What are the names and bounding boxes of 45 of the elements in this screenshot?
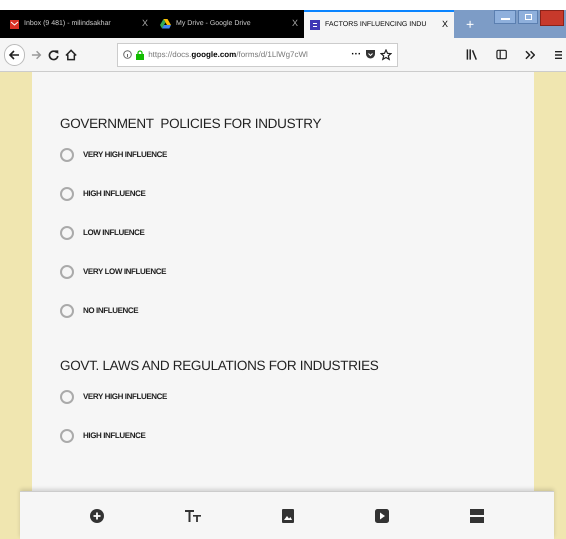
option-label: NO INFLUENCE — [83, 305, 138, 317]
restore-button[interactable] — [518, 10, 538, 24]
radio-button[interactable] — [60, 148, 74, 162]
back-arrow-icon — [8, 48, 20, 60]
radio-button[interactable] — [60, 390, 74, 404]
star-icon[interactable] — [380, 48, 392, 60]
radio-button[interactable] — [60, 304, 74, 318]
close-button[interactable]: X — [292, 17, 298, 31]
close-button[interactable]: X — [442, 18, 448, 32]
image-icon[interactable] — [282, 508, 294, 522]
url-text: https://docs.google.com/forms/d/1LlWg7cWl — [148, 48, 309, 60]
forward-icon[interactable] — [30, 48, 42, 60]
mail-icon — [10, 20, 19, 28]
overflow-icon[interactable] — [524, 50, 536, 60]
question-title: GOVERNMENT POLICIES FOR INDUSTRY — [60, 114, 322, 133]
radio-button[interactable] — [60, 226, 74, 240]
add-icon[interactable] — [90, 508, 104, 522]
close-button[interactable]: X — [142, 17, 148, 31]
menu-icon[interactable] — [554, 50, 562, 60]
radio-button[interactable] — [60, 429, 74, 443]
more-button[interactable]: ··· — [351, 47, 362, 62]
library-icon[interactable] — [466, 49, 478, 60]
shield-icon[interactable] — [365, 49, 376, 60]
option-label: VERY LOW INFLUENCE — [83, 266, 166, 278]
info-icon[interactable] — [123, 50, 132, 59]
question-title: GOVT. LAWS AND REGULATIONS FOR INDUSTRIES — [60, 356, 380, 375]
option-label: HIGH INFLUENCE — [83, 430, 146, 442]
form-icon — [310, 20, 320, 30]
sidebar-icon[interactable] — [496, 49, 508, 60]
radio-button[interactable] — [60, 265, 74, 279]
option-label: VERY HIGH INFLUENCE — [83, 391, 167, 403]
address-bar[interactable]: https://docs.google.com/forms/d/1LlWg7cWl ··· — [117, 42, 398, 66]
text-size-icon[interactable] — [185, 510, 202, 522]
video-icon[interactable] — [374, 508, 389, 522]
option-label: LOW INFLUENCE — [83, 227, 144, 239]
lock-icon — [136, 50, 144, 60]
section-icon[interactable] — [470, 508, 484, 522]
home-icon[interactable] — [65, 48, 78, 60]
back-button[interactable] — [4, 44, 25, 66]
option-label: HIGH INFLUENCE — [83, 188, 146, 200]
radio-button[interactable] — [60, 187, 74, 201]
option-label: VERY HIGH INFLUENCE — [83, 149, 167, 161]
minimize-button[interactable] — [494, 10, 516, 24]
triangle-logo-icon — [160, 19, 171, 29]
reload-icon[interactable] — [48, 48, 60, 60]
